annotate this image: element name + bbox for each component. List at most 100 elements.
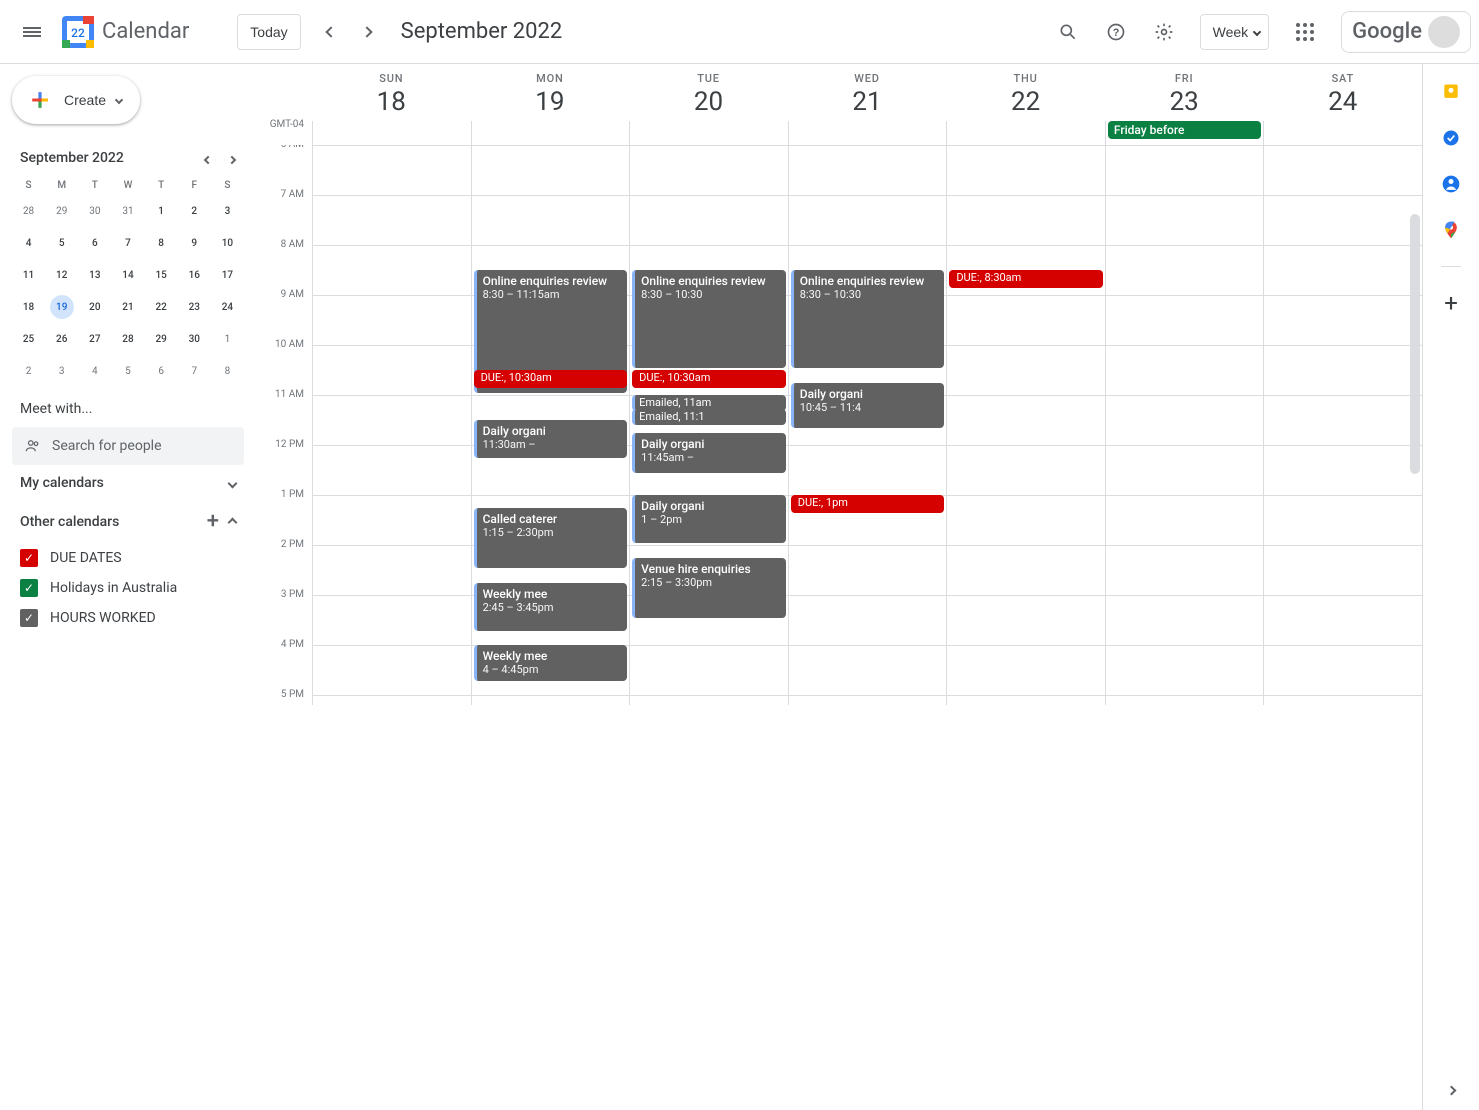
calendar-event[interactable]: Weekly mee4 – 4:45pm: [474, 645, 628, 681]
mini-day[interactable]: 24: [211, 291, 244, 323]
mini-day[interactable]: 12: [45, 259, 78, 291]
mini-calendar-title[interactable]: September 2022: [20, 150, 124, 166]
calendar-item[interactable]: ✓DUE DATES: [20, 543, 244, 573]
day-column[interactable]: [1105, 145, 1264, 705]
mini-day[interactable]: 5: [111, 355, 144, 387]
day-column[interactable]: Online enquiries review8:30 – 10:30 DUE:,…: [629, 145, 788, 705]
calendar-event[interactable]: DUE:, 8:30am: [949, 270, 1103, 288]
day-header[interactable]: THU22: [946, 64, 1105, 121]
calendar-event[interactable]: Venue hire enquiries2:15 – 3:30pm: [632, 558, 786, 619]
calendar-event[interactable]: Called caterer1:15 – 2:30pm: [474, 508, 628, 569]
mini-day[interactable]: 2: [12, 355, 45, 387]
time-grid[interactable]: 6 AM7 AM8 AM9 AM10 AM11 AM12 PM1 PM2 PM3…: [256, 145, 1422, 705]
day-header[interactable]: TUE20: [629, 64, 788, 121]
calendar-event[interactable]: Weekly mee2:45 – 3:45pm: [474, 583, 628, 631]
get-addons-button[interactable]: +: [1441, 293, 1461, 313]
day-column[interactable]: Online enquiries review8:30 – 11:15amDUE…: [471, 145, 630, 705]
mini-day[interactable]: 29: [45, 195, 78, 227]
allday-cell[interactable]: [471, 121, 630, 145]
calendar-event[interactable]: Daily organi11:30am –: [474, 420, 628, 458]
main-menu-button[interactable]: [8, 8, 56, 56]
view-selector[interactable]: Week: [1200, 14, 1270, 50]
scrollbar-track[interactable]: [1408, 184, 1422, 1110]
today-button[interactable]: Today: [237, 14, 300, 50]
mini-day[interactable]: 28: [12, 195, 45, 227]
mini-day[interactable]: 29: [145, 323, 178, 355]
mini-day[interactable]: 16: [178, 259, 211, 291]
mini-day[interactable]: 11: [12, 259, 45, 291]
next-week-button[interactable]: [349, 14, 385, 50]
mini-day[interactable]: 19: [45, 291, 78, 323]
my-calendars-toggle[interactable]: My calendars: [12, 465, 244, 501]
mini-prev-button[interactable]: [196, 146, 220, 170]
add-calendar-button[interactable]: +: [207, 511, 219, 533]
other-calendars-toggle[interactable]: Other calendars +: [12, 501, 244, 543]
mini-day[interactable]: 22: [145, 291, 178, 323]
current-range[interactable]: September 2022: [401, 19, 563, 44]
calendar-event[interactable]: DUE:, 10:30am: [474, 370, 628, 388]
calendar-event[interactable]: DUE:, 10:30am: [632, 370, 786, 388]
calendar-event[interactable]: Online enquiries review8:30 – 10:30: [632, 270, 786, 368]
day-header[interactable]: SAT24: [1263, 64, 1422, 121]
allday-cell[interactable]: Friday before: [1105, 121, 1264, 145]
mini-day[interactable]: 4: [78, 355, 111, 387]
mini-day[interactable]: 20: [78, 291, 111, 323]
mini-day[interactable]: 30: [178, 323, 211, 355]
day-header[interactable]: MON19: [471, 64, 630, 121]
calendar-checkbox[interactable]: ✓: [20, 549, 38, 567]
mini-day[interactable]: 10: [211, 227, 244, 259]
allday-cell[interactable]: [1263, 121, 1422, 145]
collapse-sidepanel-button[interactable]: [1448, 1079, 1455, 1098]
mini-day[interactable]: 6: [78, 227, 111, 259]
day-header[interactable]: SUN18: [312, 64, 471, 121]
mini-day[interactable]: 9: [178, 227, 211, 259]
help-button[interactable]: ?: [1092, 8, 1140, 56]
account-chip[interactable]: Google: [1341, 11, 1471, 53]
allday-cell[interactable]: [788, 121, 947, 145]
day-header[interactable]: WED21: [788, 64, 947, 121]
calendar-event[interactable]: Online enquiries review8:30 – 10:30: [791, 270, 945, 368]
calendar-event[interactable]: DUE:, 1pm: [791, 495, 945, 513]
day-header[interactable]: FRI23: [1105, 64, 1264, 121]
mini-day[interactable]: 28: [111, 323, 144, 355]
keep-icon[interactable]: [1441, 82, 1461, 102]
mini-day[interactable]: 4: [12, 227, 45, 259]
allday-event[interactable]: Friday before: [1108, 121, 1262, 139]
calendar-checkbox[interactable]: ✓: [20, 609, 38, 627]
settings-button[interactable]: [1140, 8, 1188, 56]
allday-cell[interactable]: [629, 121, 788, 145]
calendar-event[interactable]: Daily organi1 – 2pm: [632, 495, 786, 543]
mini-day[interactable]: 5: [45, 227, 78, 259]
mini-day[interactable]: 1: [145, 195, 178, 227]
search-button[interactable]: [1044, 8, 1092, 56]
mini-day[interactable]: 7: [178, 355, 211, 387]
mini-day[interactable]: 17: [211, 259, 244, 291]
mini-day[interactable]: 6: [145, 355, 178, 387]
calendar-checkbox[interactable]: ✓: [20, 579, 38, 597]
mini-day[interactable]: 25: [12, 323, 45, 355]
mini-day[interactable]: 8: [211, 355, 244, 387]
allday-cell[interactable]: [312, 121, 471, 145]
maps-icon[interactable]: [1441, 220, 1461, 240]
calendar-event[interactable]: Emailed, 11:1: [632, 409, 786, 425]
mini-day[interactable]: 14: [111, 259, 144, 291]
search-people-input[interactable]: Search for people: [12, 427, 244, 465]
mini-day[interactable]: 26: [45, 323, 78, 355]
mini-day[interactable]: 18: [12, 291, 45, 323]
calendar-event[interactable]: Daily organi10:45 – 11:4: [791, 383, 945, 429]
mini-next-button[interactable]: [220, 146, 244, 170]
day-column[interactable]: DUE:, 8:30am: [946, 145, 1105, 705]
google-apps-button[interactable]: [1281, 8, 1329, 56]
tasks-icon[interactable]: [1441, 128, 1461, 148]
mini-day[interactable]: 2: [178, 195, 211, 227]
prev-week-button[interactable]: [313, 14, 349, 50]
mini-day[interactable]: 30: [78, 195, 111, 227]
mini-day[interactable]: 15: [145, 259, 178, 291]
day-column[interactable]: Online enquiries review8:30 – 10:30 Daily…: [788, 145, 947, 705]
mini-day[interactable]: 23: [178, 291, 211, 323]
mini-day[interactable]: 7: [111, 227, 144, 259]
mini-day[interactable]: 31: [111, 195, 144, 227]
day-column[interactable]: [1263, 145, 1422, 705]
mini-day[interactable]: 13: [78, 259, 111, 291]
calendar-item[interactable]: ✓HOURS WORKED: [20, 603, 244, 633]
